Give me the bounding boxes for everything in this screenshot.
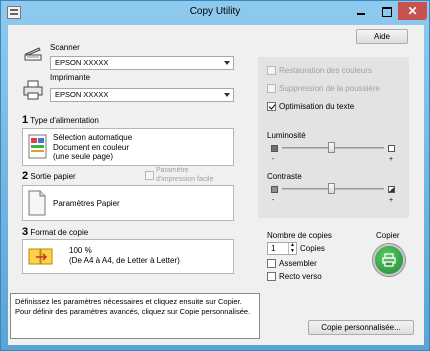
feed-type-line1: Sélection automatique xyxy=(53,133,133,142)
copies-label: Nombre de copies xyxy=(267,231,332,240)
contrast-max: + xyxy=(389,197,394,204)
step2-label: Sortie papier xyxy=(30,172,76,181)
high-contrast-icon xyxy=(388,186,395,193)
printer-select[interactable]: EPSON XXXXX xyxy=(50,88,234,102)
copies-spinner[interactable]: 1 ▲ ▼ xyxy=(267,242,297,255)
resize-icon xyxy=(28,248,53,265)
step2-heading: 2 Sortie papier xyxy=(22,170,76,182)
copy-button[interactable] xyxy=(373,244,405,276)
feed-type-line2: Document en couleur xyxy=(53,142,130,152)
custom-copy-button[interactable]: Copie personnalisée... xyxy=(308,320,414,335)
color-document-icon xyxy=(28,134,47,159)
paper-output-panel[interactable]: Paramètres Papier xyxy=(22,185,234,221)
restore-colors-label: Restauration des couleurs xyxy=(279,66,372,75)
chevron-down-icon xyxy=(224,61,230,65)
easy-print-label-line1: Paramètre xyxy=(156,167,189,174)
main-client-area: Aide Scanner EPSON XXXXX Imprimante EPSO… xyxy=(8,25,424,345)
dark-square-icon xyxy=(271,145,278,152)
copies-unit: Copies xyxy=(300,244,325,253)
close-icon: ✕ xyxy=(407,4,418,18)
low-contrast-icon xyxy=(271,186,278,193)
step1-heading: 1 Type d'alimentation xyxy=(22,114,99,126)
text-optimization-checkbox[interactable] xyxy=(267,102,276,111)
copies-value: 1 xyxy=(271,244,276,253)
dust-removal-checkbox[interactable] xyxy=(267,84,276,93)
printer-icon xyxy=(382,253,396,267)
brightness-thumb[interactable] xyxy=(328,142,335,153)
scanner-value: EPSON XXXXX xyxy=(55,58,109,67)
help-button[interactable]: Aide xyxy=(356,29,408,44)
paper-settings-value: Paramètres Papier xyxy=(53,199,120,208)
step1-label: Type d'alimentation xyxy=(30,116,99,125)
scanner-label: Scanner xyxy=(50,43,80,52)
step1-number: 1 xyxy=(22,114,29,126)
assemble-label: Assembler xyxy=(279,259,317,268)
printer-label: Imprimante xyxy=(50,73,91,82)
brightness-label: Luminosité xyxy=(267,131,306,140)
duplex-label: Recto verso xyxy=(279,272,322,281)
printer-icon xyxy=(23,80,43,100)
easy-print-checkbox[interactable] xyxy=(145,171,154,180)
spin-arrows-icon[interactable]: ▲ ▼ xyxy=(288,242,296,254)
status-message: Définissez les paramètres nécessaires et… xyxy=(10,293,260,339)
contrast-label: Contraste xyxy=(267,172,302,181)
contrast-min: - xyxy=(272,197,275,204)
contrast-thumb[interactable] xyxy=(328,183,335,194)
scanner-icon xyxy=(24,47,42,61)
duplex-checkbox[interactable] xyxy=(267,272,276,281)
step3-number: 3 xyxy=(22,226,29,238)
printer-value: EPSON XXXXX xyxy=(55,90,109,99)
dust-removal-label: Suppression de la poussière xyxy=(279,84,380,93)
copy-utility-window: Copy Utility ✕ Aide Scanner EPSON XXXXX … xyxy=(0,0,430,351)
title-bar[interactable]: Copy Utility ✕ xyxy=(1,1,429,25)
easy-print-label-line2: d'impression facile xyxy=(156,175,214,183)
step3-label: Format de copie xyxy=(30,228,89,237)
step2-number: 2 xyxy=(22,170,29,182)
light-square-icon xyxy=(388,145,395,152)
step3-heading: 3 Format de copie xyxy=(22,226,88,238)
brightness-min: - xyxy=(272,156,275,163)
copy-size-percent: 100 % xyxy=(69,246,92,255)
feed-type-line3: (une seule page) xyxy=(53,152,114,161)
scanner-select[interactable]: EPSON XXXXX xyxy=(50,56,234,70)
brightness-max: + xyxy=(389,156,394,163)
minimize-button[interactable] xyxy=(348,2,374,20)
copy-button-label: Copier xyxy=(376,231,400,240)
restore-colors-checkbox[interactable] xyxy=(267,66,276,75)
copy-size-panel[interactable]: 100 % (De A4 à A4, de Letter à Letter) xyxy=(22,239,234,274)
feed-type-panel[interactable]: Sélection automatique Document en couleu… xyxy=(22,128,234,166)
maximize-button[interactable] xyxy=(374,2,398,20)
assemble-checkbox[interactable] xyxy=(267,259,276,268)
text-optimization-label: Optimisation du texte xyxy=(279,102,355,111)
copy-size-description: (De A4 à A4, de Letter à Letter) xyxy=(69,256,180,265)
chevron-down-icon xyxy=(224,93,230,97)
close-button[interactable]: ✕ xyxy=(398,2,427,20)
blank-paper-icon xyxy=(28,190,46,216)
